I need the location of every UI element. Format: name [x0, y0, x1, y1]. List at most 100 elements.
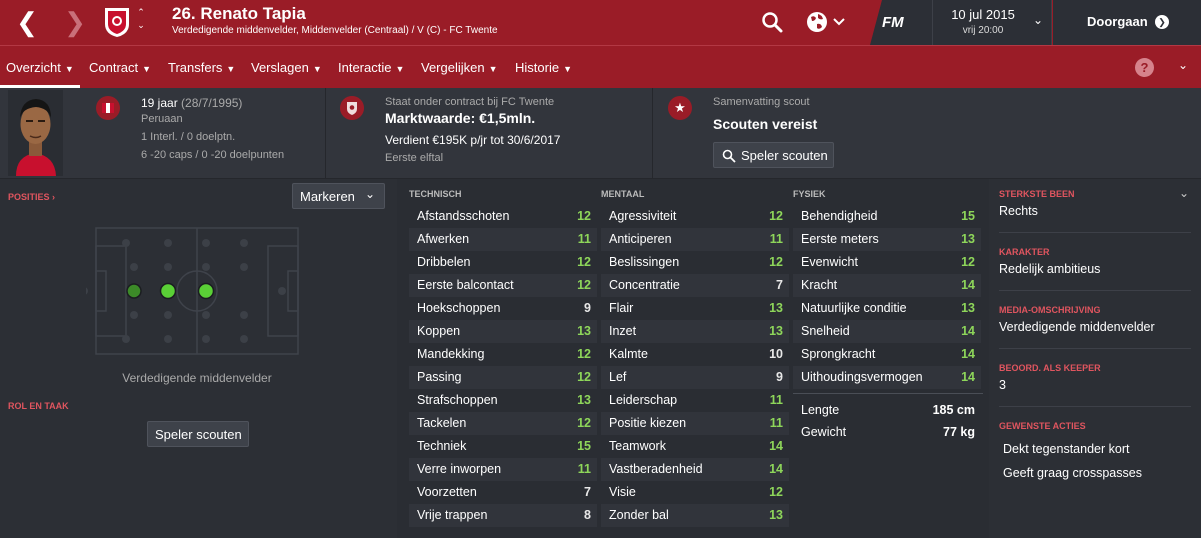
technical-header: TECHNISCH	[409, 189, 462, 199]
attribute-row[interactable]: Lef 9	[601, 366, 789, 389]
attribute-value: 13	[577, 324, 591, 338]
attribute-value: 12	[577, 255, 591, 269]
chevron-down-icon: ▼	[488, 64, 498, 74]
attribute-row[interactable]: Techniek 15	[409, 435, 597, 458]
attribute-row[interactable]: Afwerken 11	[409, 228, 597, 251]
attribute-row[interactable]: Uithoudingsvermogen 14	[793, 366, 981, 389]
scout-player-button[interactable]: Speler scouten	[713, 142, 834, 168]
scout-button-label: Speler scouten	[741, 148, 828, 163]
attribute-row[interactable]: Natuurlijke conditie 13	[793, 297, 981, 320]
attribute-value: 15	[577, 439, 591, 453]
attribute-name: Positie kiezen	[609, 416, 687, 430]
attribute-row[interactable]: Vrije trappen 8	[409, 504, 597, 527]
attribute-name: Techniek	[417, 439, 467, 453]
attribute-row[interactable]: Concentratie 7	[601, 274, 789, 297]
tab-transfers[interactable]: Transfers ▼	[168, 60, 235, 75]
attribute-row[interactable]: Vastberadenheid 14	[601, 458, 789, 481]
attribute-row[interactable]: Inzet 13	[601, 320, 789, 343]
scout-summary-label: Samenvatting scout	[713, 96, 810, 108]
scout-required-text: Scouten vereist	[713, 116, 818, 132]
attribute-row[interactable]: Hoekschoppen 9	[409, 297, 597, 320]
attribute-name: Dribbelen	[417, 255, 471, 269]
tab-overzicht[interactable]: Overzicht ▼	[6, 60, 74, 75]
divider	[999, 348, 1191, 349]
attribute-row[interactable]: Afstandsschoten 12	[409, 205, 597, 228]
attribute-row[interactable]: Anticiperen 11	[601, 228, 789, 251]
attribute-name: Visie	[609, 485, 636, 499]
continue-button[interactable]: Doorgaan ❯	[1053, 0, 1201, 45]
attribute-row[interactable]: Kracht 14	[793, 274, 981, 297]
attribute-row[interactable]: Behendigheid 15	[793, 205, 981, 228]
club-logo[interactable]	[103, 6, 131, 38]
back-arrow-icon[interactable]: ❮	[14, 8, 40, 36]
youth-caps: 6 -20 caps / 0 -20 doelpunten	[141, 149, 285, 161]
tab-label: Verslagen	[251, 60, 309, 75]
highlight-dropdown[interactable]: Markeren ⌄	[292, 183, 385, 209]
tab-vergelijken[interactable]: Vergelijken ▼	[421, 60, 498, 75]
attribute-row[interactable]: Passing 12	[409, 366, 597, 389]
tab-historie[interactable]: Historie ▼	[515, 60, 572, 75]
attribute-row[interactable]: Sprongkracht 14	[793, 343, 981, 366]
strongest-foot-value: Rechts	[999, 204, 1038, 218]
attribute-row[interactable]: Eerste balcontact 12	[409, 274, 597, 297]
weight-value: 77 kg	[943, 425, 975, 439]
attribute-row[interactable]: Koppen 13	[409, 320, 597, 343]
star-icon: ★	[668, 96, 692, 120]
chevron-down-icon[interactable]: ⌄	[1179, 186, 1189, 200]
attribute-name: Behendigheid	[801, 209, 878, 223]
attribute-row[interactable]: Kalmte 10	[601, 343, 789, 366]
attribute-row[interactable]: Verre inworpen 11	[409, 458, 597, 481]
attribute-row[interactable]: Eerste meters 13	[793, 228, 981, 251]
position-dots	[86, 239, 286, 343]
attribute-row[interactable]: Tackelen 12	[409, 412, 597, 435]
attribute-row[interactable]: Zonder bal 13	[601, 504, 789, 527]
positions-label[interactable]: POSITIES ›	[8, 192, 55, 202]
attribute-row[interactable]: Teamwork 14	[601, 435, 789, 458]
attribute-name: Afwerken	[417, 232, 470, 246]
attribute-row[interactable]: Evenwicht 12	[793, 251, 981, 274]
attribute-row[interactable]: Voorzetten 7	[409, 481, 597, 504]
attribute-row[interactable]: Positie kiezen 11	[601, 412, 789, 435]
attribute-row[interactable]: Strafschoppen 13	[409, 389, 597, 412]
attribute-name: Agressiviteit	[609, 209, 677, 223]
attribute-name: Afstandsschoten	[417, 209, 510, 223]
attribute-name: Mandekking	[417, 347, 485, 361]
globe-icon[interactable]	[805, 9, 847, 35]
attribute-row[interactable]: Leiderschap 11	[601, 389, 789, 412]
attribute-value: 14	[961, 347, 975, 361]
attribute-row[interactable]: Agressiviteit 12	[601, 205, 789, 228]
tab-interactie[interactable]: Interactie ▼	[338, 60, 404, 75]
attribute-name: Teamwork	[609, 439, 666, 453]
attribute-row[interactable]: Visie 12	[601, 481, 789, 504]
search-icon	[722, 149, 736, 163]
current-date: 10 jul 2015	[951, 7, 1015, 22]
fm-menu-button[interactable]: FM	[870, 0, 932, 45]
club-contract-icon	[340, 96, 364, 120]
divider	[652, 88, 653, 179]
attribute-row[interactable]: Flair 13	[601, 297, 789, 320]
player-switch-arrows-icon[interactable]: ⌃ ⌄	[134, 6, 148, 32]
forward-arrow-icon[interactable]: ❯	[62, 8, 88, 36]
preferred-move: Geeft graag crosspasses	[1003, 466, 1142, 480]
tab-label: Interactie	[338, 60, 392, 75]
attribute-value: 14	[769, 439, 783, 453]
player-photo	[8, 90, 63, 176]
attribute-row[interactable]: Dribbelen 12	[409, 251, 597, 274]
tab-contract[interactable]: Contract ▼	[89, 60, 151, 75]
chevron-down-icon[interactable]: ⌄	[1178, 58, 1188, 72]
help-icon[interactable]: ?	[1135, 58, 1154, 77]
tab-verslagen[interactable]: Verslagen ▼	[251, 60, 322, 75]
weight-label: Gewicht	[801, 425, 847, 439]
strongest-foot-label: STERKSTE BEEN	[999, 189, 1075, 199]
divider	[999, 290, 1191, 291]
current-time: vrij 20:00	[962, 25, 1004, 36]
search-icon[interactable]	[760, 10, 784, 34]
attribute-row[interactable]: Snelheid 14	[793, 320, 981, 343]
highlight-label: Markeren	[300, 189, 355, 204]
attribute-value: 12	[577, 416, 591, 430]
scout-player-button-2[interactable]: Speler scouten	[147, 421, 249, 447]
physical-header: FYSIEK	[793, 189, 826, 199]
attribute-row[interactable]: Beslissingen 12	[601, 251, 789, 274]
date-button[interactable]: 10 jul 2015 vrij 20:00 ⌄	[932, 0, 1052, 45]
attribute-row[interactable]: Mandekking 12	[409, 343, 597, 366]
